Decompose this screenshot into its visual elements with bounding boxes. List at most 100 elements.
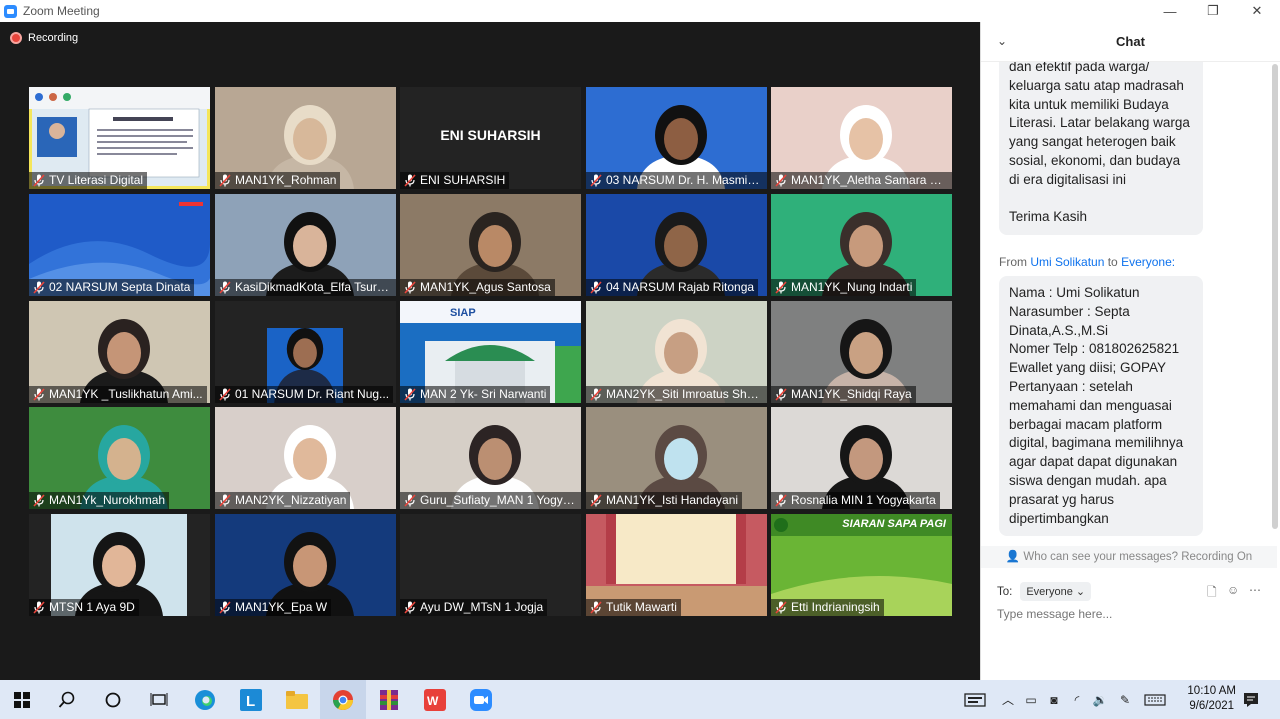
winrar-button[interactable] [366, 680, 412, 719]
participant-tile[interactable]: MAN1YK_Isti Handayani [586, 407, 767, 509]
meeting-area: Recording TV Literasi Digital MAN1YK_Rohm… [0, 22, 980, 680]
participant-tile[interactable]: MAN1YK_Nung Indarti [771, 194, 952, 296]
participant-tile[interactable]: 04 NARSUM Rajab Ritonga [586, 194, 767, 296]
participant-name: MAN1YK_Aletha Samara G... [771, 172, 952, 189]
participant-tile[interactable]: Guru_Sufiaty_MAN 1 Yogya... [400, 407, 581, 509]
mic-muted-icon [219, 174, 231, 187]
participant-name: MTSN 1 Aya 9D [29, 599, 139, 616]
cortana-button[interactable] [90, 680, 136, 719]
recording-indicator[interactable]: Recording [10, 32, 78, 44]
file-icon[interactable]: 🗋 [1207, 583, 1217, 604]
task-view-button[interactable] [136, 680, 182, 719]
chat-title: Chat [1116, 34, 1145, 49]
participant-tile[interactable]: MTSN 1 Aya 9D [29, 514, 210, 616]
search-button[interactable] [44, 680, 90, 719]
participant-name: 02 NARSUM Septa Dinata [29, 279, 195, 296]
participant-tile[interactable]: SIARAN SAPA PAGI Etti Indrianingsih [771, 514, 952, 616]
zoom-button[interactable] [458, 680, 504, 719]
wps-button[interactable]: W [412, 680, 458, 719]
participant-name: MAN1YK_Epa W [215, 599, 332, 616]
to-prefix: To: [997, 585, 1013, 598]
mic-muted-icon [33, 494, 45, 507]
recipient-select[interactable]: Everyone ⌄ [1020, 582, 1092, 601]
mic-muted-icon [219, 494, 231, 507]
emoji-icon[interactable]: ☺ [1227, 583, 1239, 597]
mic-muted-icon [404, 174, 416, 187]
participant-tile[interactable]: MAN1YK_Aletha Samara G... [771, 87, 952, 189]
mic-muted-icon [775, 174, 787, 187]
mic-muted-icon [33, 281, 45, 294]
mic-muted-icon [590, 281, 602, 294]
participant-name: MAN1YK_Nung Indarti [771, 279, 917, 296]
participant-tile[interactable]: Tutik Mawarti [586, 514, 767, 616]
l-app-button[interactable]: L [228, 680, 274, 719]
mic-muted-icon [219, 601, 231, 614]
maximize-button[interactable]: ❐ [1190, 0, 1236, 22]
close-button[interactable]: ✕ [1234, 0, 1280, 22]
minimize-button[interactable]: — [1147, 0, 1193, 22]
recording-icon [10, 32, 22, 44]
mic-muted-icon [775, 601, 787, 614]
participant-tile[interactable]: KasiDikmadKota_Elfa Tsuro... [215, 194, 396, 296]
wifi-tray[interactable]: ◜ [1066, 680, 1088, 719]
participant-tile[interactable]: MAN1YK_Agus Santosa [400, 194, 581, 296]
participant-tile[interactable]: MAN1Yk_Nurokhmah [29, 407, 210, 509]
participant-name: 03 NARSUM Dr. H. Masmin Af... [586, 172, 767, 189]
mic-muted-icon [775, 281, 787, 294]
message-input[interactable] [997, 607, 1257, 621]
participant-tile[interactable]: 03 NARSUM Dr. H. Masmin Af... [586, 87, 767, 189]
chat-header: ⌄ Chat [981, 22, 1280, 62]
recipient-name[interactable]: Everyone: [1121, 255, 1175, 269]
start-button[interactable] [0, 680, 44, 719]
participant-name: TV Literasi Digital [29, 172, 148, 189]
mic-muted-icon [775, 494, 787, 507]
participant-tile[interactable]: SIAP MAN 2 Yk- Sri Narwanti [400, 301, 581, 403]
participant-name: 01 NARSUM Dr. Riant Nug... [215, 386, 394, 403]
participant-tile[interactable]: 02 NARSUM Septa Dinata [29, 194, 210, 296]
participant-tile[interactable]: MAN1YK_Epa W [215, 514, 396, 616]
participant-tile[interactable]: MAN2YK_Nizzatiyan [215, 407, 396, 509]
visibility-notice[interactable]: 👤 Who can see your messages? Recording O… [981, 546, 1277, 568]
participant-tile[interactable]: 01 NARSUM Dr. Riant Nug... [215, 301, 396, 403]
participant-tile[interactable]: MAN1YK_Shidqi Raya [771, 301, 952, 403]
chrome-icon [333, 689, 353, 710]
clock-time: 10:10 AM [1187, 685, 1236, 697]
clock[interactable]: 10:10 AM 9/6/2021 [1187, 684, 1236, 714]
participant-tile[interactable]: MAN2YK_Siti Imroatus Sholich... [586, 301, 767, 403]
sender-name[interactable]: Umi Solikatun [1030, 255, 1104, 269]
participant-name: MAN1YK_Isti Handayani [586, 492, 743, 509]
participant-name: MAN2YK_Siti Imroatus Sholich... [586, 386, 767, 403]
zoom-logo-icon [4, 4, 17, 18]
notifications-tray[interactable] [1236, 680, 1266, 719]
participant-tile[interactable]: Rosnalia MIN 1 Yogyakarta [771, 407, 952, 509]
mic-muted-icon [590, 174, 602, 187]
chat-scrollbar[interactable] [1272, 62, 1278, 542]
file-explorer-button[interactable] [274, 680, 320, 719]
from-label: From [999, 255, 1027, 269]
mic-muted-icon [33, 174, 45, 187]
person-icon: 👤 [1005, 551, 1021, 563]
mic-muted-icon [404, 281, 416, 294]
winrar-icon [380, 689, 398, 710]
participant-tile[interactable]: ENI SUHARSIH ENI SUHARSIH [400, 87, 581, 189]
pen-icon: ✎ [1119, 692, 1131, 707]
volume-tray[interactable]: 🔉 [1090, 680, 1110, 719]
participant-name: KasiDikmadKota_Elfa Tsuro... [215, 279, 396, 296]
edge-button[interactable] [182, 680, 228, 719]
battery-tray[interactable]: ▭ [1020, 680, 1042, 719]
pen-tray[interactable]: ✎ [1114, 680, 1136, 719]
webcam-tray[interactable]: ◙ [1044, 680, 1064, 719]
show-hidden-icons[interactable]: ︿ [998, 680, 1018, 719]
keyboard-tray[interactable] [1140, 680, 1170, 719]
keyboard-layout-tray[interactable] [962, 680, 988, 719]
participant-tile[interactable]: TV Literasi Digital [29, 87, 210, 189]
chat-messages[interactable]: dan efektif pada warga/ keluarga satu at… [981, 62, 1277, 546]
participant-tile[interactable]: Ayu DW_MTsN 1 Jogja [400, 514, 581, 616]
participant-tile[interactable]: MAN1YK _Tuslikhatun Ami... [29, 301, 210, 403]
keyboard-icon [1144, 693, 1166, 706]
more-icon[interactable]: ⋯ [1249, 583, 1261, 597]
svg-text:L: L [246, 693, 255, 710]
chrome-button[interactable] [320, 680, 366, 719]
participant-tile[interactable]: MAN1YK_Rohman [215, 87, 396, 189]
banner-text: SIARAN SAPA PAGI [842, 518, 946, 530]
